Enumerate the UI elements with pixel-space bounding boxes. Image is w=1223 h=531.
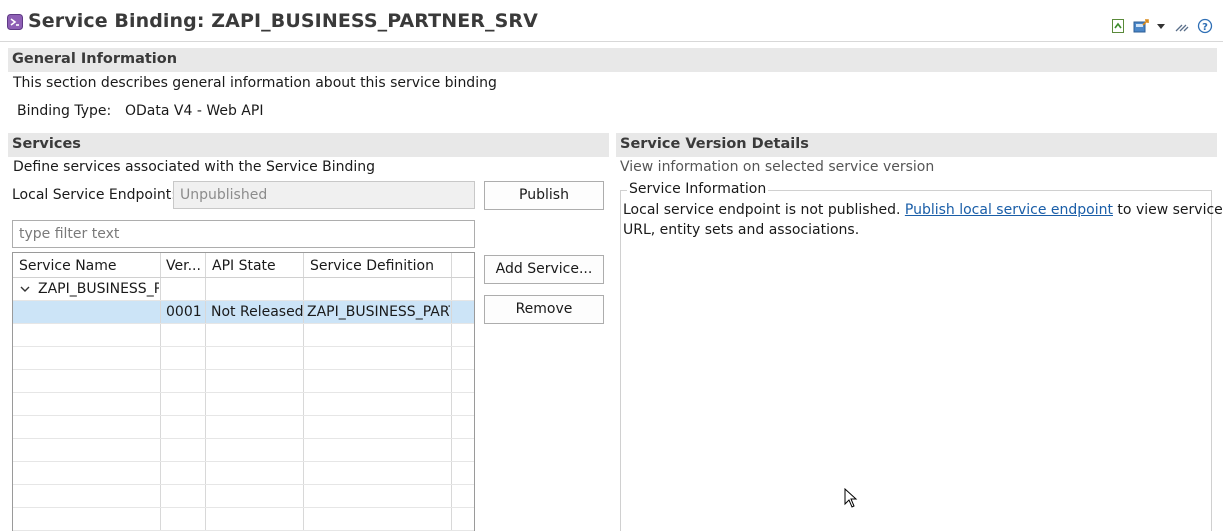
details-description: View information on selected service ver… xyxy=(620,159,935,175)
general-info-title: General Information xyxy=(12,51,178,67)
binding-type-value: OData V4 - Web API xyxy=(125,103,264,119)
remove-button[interactable]: Remove xyxy=(484,295,604,324)
binding-type-label: Binding Type: xyxy=(17,103,112,119)
service-info-message-line2: URL, entity sets and associations. xyxy=(623,222,860,238)
add-service-button[interactable]: Add Service... xyxy=(484,255,604,284)
message-text-after: to view service xyxy=(1112,202,1223,218)
services-header xyxy=(8,133,609,157)
page-title: Service Binding: ZAPI_BUSINESS_PARTNER_S… xyxy=(28,10,538,32)
publish-icon[interactable] xyxy=(1133,18,1149,34)
endpoint-field: Unpublished xyxy=(173,181,475,209)
edit-icon[interactable] xyxy=(1174,18,1190,34)
publish-button[interactable]: Publish xyxy=(484,181,604,210)
message-text: Local service endpoint is not published. xyxy=(623,202,905,218)
row-service-definition: ZAPI_BUSINESS_PARTNER xyxy=(307,304,450,320)
column-header-version[interactable]: Ver... xyxy=(166,258,201,274)
details-title: Service Version Details xyxy=(620,136,809,152)
mouse-cursor-icon xyxy=(844,487,858,508)
publish-endpoint-link[interactable]: Publish local service endpoint xyxy=(905,202,1113,218)
general-info-header xyxy=(8,48,1217,72)
help-icon[interactable]: ? xyxy=(1197,18,1213,34)
row-version: 0001 xyxy=(166,304,202,320)
column-header-api-state[interactable]: API State xyxy=(212,258,276,274)
chevron-down-icon[interactable] xyxy=(19,283,33,297)
service-info-message: Local service endpoint is not published.… xyxy=(623,202,1223,218)
service-binding-icon xyxy=(7,14,23,30)
svg-text:?: ? xyxy=(1202,22,1208,33)
column-header-service-definition[interactable]: Service Definition xyxy=(310,258,434,274)
endpoint-label: Local Service Endpoint: xyxy=(12,187,176,203)
general-info-description: This section describes general informati… xyxy=(13,75,497,91)
services-description: Define services associated with the Serv… xyxy=(13,159,376,175)
column-header-service-name[interactable]: Service Name xyxy=(19,258,117,274)
export-icon[interactable] xyxy=(1110,18,1126,34)
services-table: Service Name Ver... API State Service De… xyxy=(12,252,475,531)
service-info-label: Service Information xyxy=(627,181,769,197)
services-title: Services xyxy=(12,136,81,152)
filter-input[interactable]: type filter text xyxy=(12,220,475,248)
dropdown-arrow-icon[interactable] xyxy=(1155,18,1171,34)
row-api-state: Not Released xyxy=(211,304,303,320)
service-info-group xyxy=(620,190,1212,531)
tree-item-service[interactable]: ZAPI_BUSINESS_PARTNER_SRV xyxy=(38,281,159,297)
